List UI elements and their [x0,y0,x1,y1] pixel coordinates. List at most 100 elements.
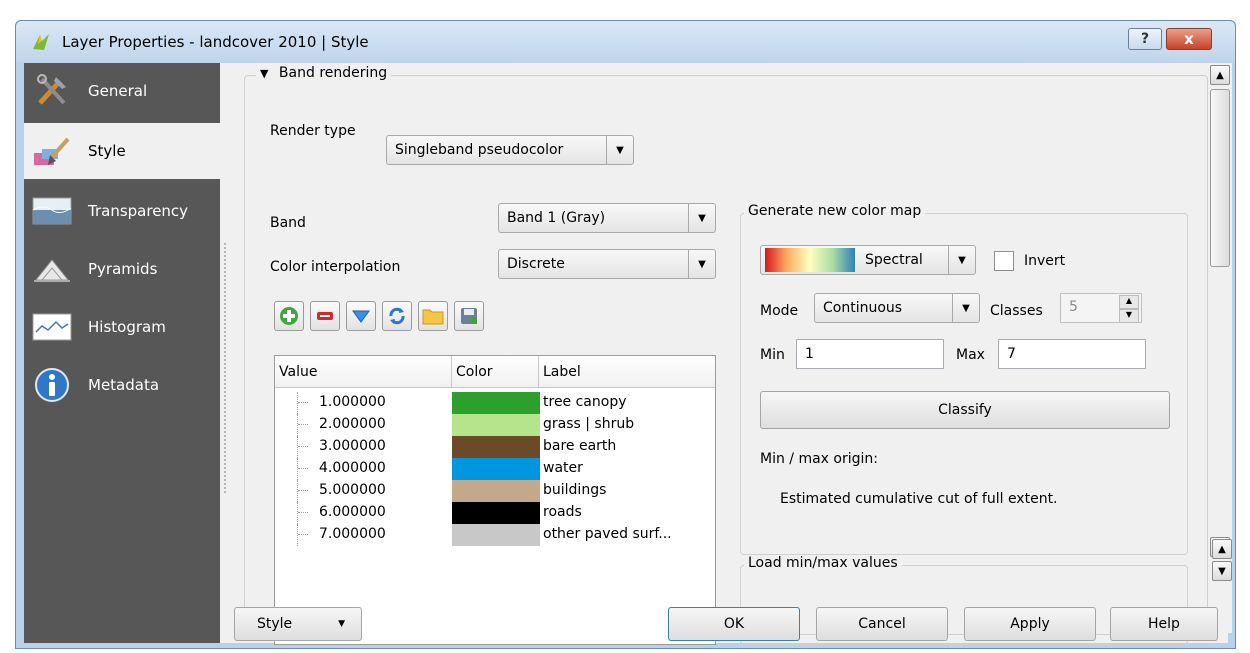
title-bar[interactable]: Layer Properties - landcover 2010 | Styl… [16,21,1235,63]
qgis-app-icon [33,34,49,50]
refresh-icon [389,307,405,325]
invert-checkbox[interactable] [994,251,1014,271]
sidebar: General Style Transparency Pyramids Hist… [24,63,220,643]
folder-icon [422,309,444,325]
max-label: Max [956,347,985,363]
table-row[interactable]: 7.000000 other paved surf... [275,524,715,546]
inner-scroll-down-icon[interactable]: ▼ [1212,561,1232,581]
spin-down-icon[interactable]: ▼ [1119,309,1139,323]
sort-entries-button[interactable] [346,301,376,331]
band-rendering-title: Band rendering [278,65,388,81]
tree-line [297,392,312,414]
splitter-handle[interactable] [224,243,229,493]
row-label[interactable]: grass | shrub [543,416,634,432]
refresh-button[interactable] [382,301,412,331]
column-header-color[interactable]: Color [452,356,539,388]
band-select[interactable]: Band 1 (Gray) ▼ [498,203,716,233]
color-map-table[interactable]: Value Color Label 1.000000 tree canopy 2.0… [274,355,716,645]
plus-icon [280,307,298,325]
row-value: 5.000000 [319,482,386,498]
load-file-button[interactable] [418,301,448,331]
row-value: 4.000000 [319,460,386,476]
max-input[interactable]: 7 [998,339,1146,369]
band-rendering-header[interactable]: ▼ Band rendering [256,63,392,81]
load-minmax-title: Load min/max values [744,555,902,571]
sidebar-item-metadata[interactable]: Metadata [24,357,220,413]
tree-line [297,414,312,436]
mode-value: Continuous [823,300,903,316]
row-color-swatch[interactable] [452,392,540,414]
sidebar-item-label: Metadata [88,376,160,394]
transparency-icon [32,191,72,231]
classify-button[interactable]: Classify [760,391,1170,429]
remove-entry-button[interactable] [310,301,340,331]
scrollbar-thumb[interactable] [1210,89,1230,267]
add-entry-button[interactable] [274,301,304,331]
sidebar-item-label: Pyramids [88,260,158,278]
row-label[interactable]: tree canopy [543,394,627,410]
style-menu-label: Style [257,616,293,632]
tree-line [297,458,312,480]
tools-icon [32,71,72,111]
invert-label: Invert [1024,253,1066,269]
scroll-up-icon[interactable]: ▲ [1210,65,1230,85]
row-label[interactable]: roads [543,504,582,520]
tree-line [297,524,312,546]
dialog-body: General Style Transparency Pyramids Hist… [24,63,1232,645]
row-color-swatch[interactable] [452,480,540,502]
style-menu-button[interactable]: Style ▼ [234,607,362,641]
help-title-button[interactable]: ? [1128,28,1162,50]
collapse-triangle-icon: ▼ [260,67,269,80]
render-type-select[interactable]: Singleband pseudocolor ▼ [386,135,634,165]
sidebar-item-pyramids[interactable]: Pyramids [24,241,220,297]
row-label[interactable]: water [543,460,583,476]
chevron-down-icon: ▼ [688,204,715,232]
sidebar-item-style[interactable]: Style [24,123,220,179]
row-color-swatch[interactable] [452,524,540,546]
classes-label: Classes [990,303,1043,319]
table-row[interactable]: 4.000000 water [275,458,715,480]
sidebar-item-histogram[interactable]: Histogram [24,299,220,355]
spectral-ramp-swatch [765,248,855,272]
table-row[interactable]: 6.000000 roads [275,502,715,524]
chevron-down-icon: ▼ [952,294,979,322]
export-file-button[interactable] [454,301,484,331]
caret-down-icon: ▼ [338,619,345,629]
spin-up-icon[interactable]: ▲ [1119,295,1139,309]
inner-scroll-up-icon[interactable]: ▲ [1212,539,1232,559]
row-value: 3.000000 [319,438,386,454]
table-row[interactable]: 5.000000 buildings [275,480,715,502]
color-ramp-select[interactable]: Spectral ▼ [760,245,976,275]
style-panel: ▼ Band rendering Render type Singleband … [234,63,1219,645]
table-row[interactable]: 3.000000 bare earth [275,436,715,458]
sidebar-item-general[interactable]: General [24,63,220,119]
row-value: 7.000000 [319,526,386,542]
close-window-button[interactable]: x [1166,28,1212,50]
table-row[interactable]: 2.000000 grass | shrub [275,414,715,436]
classes-spinbox[interactable]: 5 ▲ ▼ [1060,293,1142,323]
mode-select[interactable]: Continuous ▼ [814,293,980,323]
sidebar-item-transparency[interactable]: Transparency [24,183,220,239]
band-value: Band 1 (Gray) [507,210,606,226]
min-input[interactable]: 1 [796,339,944,369]
row-label[interactable]: other paved surf... [543,526,672,542]
row-label[interactable]: bare earth [543,438,616,454]
render-type-value: Singleband pseudocolor [395,142,564,158]
apply-button[interactable]: Apply [964,607,1096,641]
row-color-swatch[interactable] [452,458,540,480]
classes-value: 5 [1069,299,1078,315]
color-interpolation-label: Color interpolation [270,259,401,275]
column-header-value[interactable]: Value [275,356,452,388]
row-value: 2.000000 [319,416,386,432]
save-icon [461,308,477,324]
column-header-label[interactable]: Label [539,356,715,388]
row-label[interactable]: buildings [543,482,606,498]
help-button[interactable]: Help [1110,607,1218,641]
cancel-button[interactable]: Cancel [816,607,948,641]
row-color-swatch[interactable] [452,502,540,524]
row-color-swatch[interactable] [452,436,540,458]
color-interpolation-select[interactable]: Discrete ▼ [498,249,716,279]
ok-button[interactable]: OK [668,607,800,641]
table-row[interactable]: 1.000000 tree canopy [275,392,715,414]
row-color-swatch[interactable] [452,414,540,436]
